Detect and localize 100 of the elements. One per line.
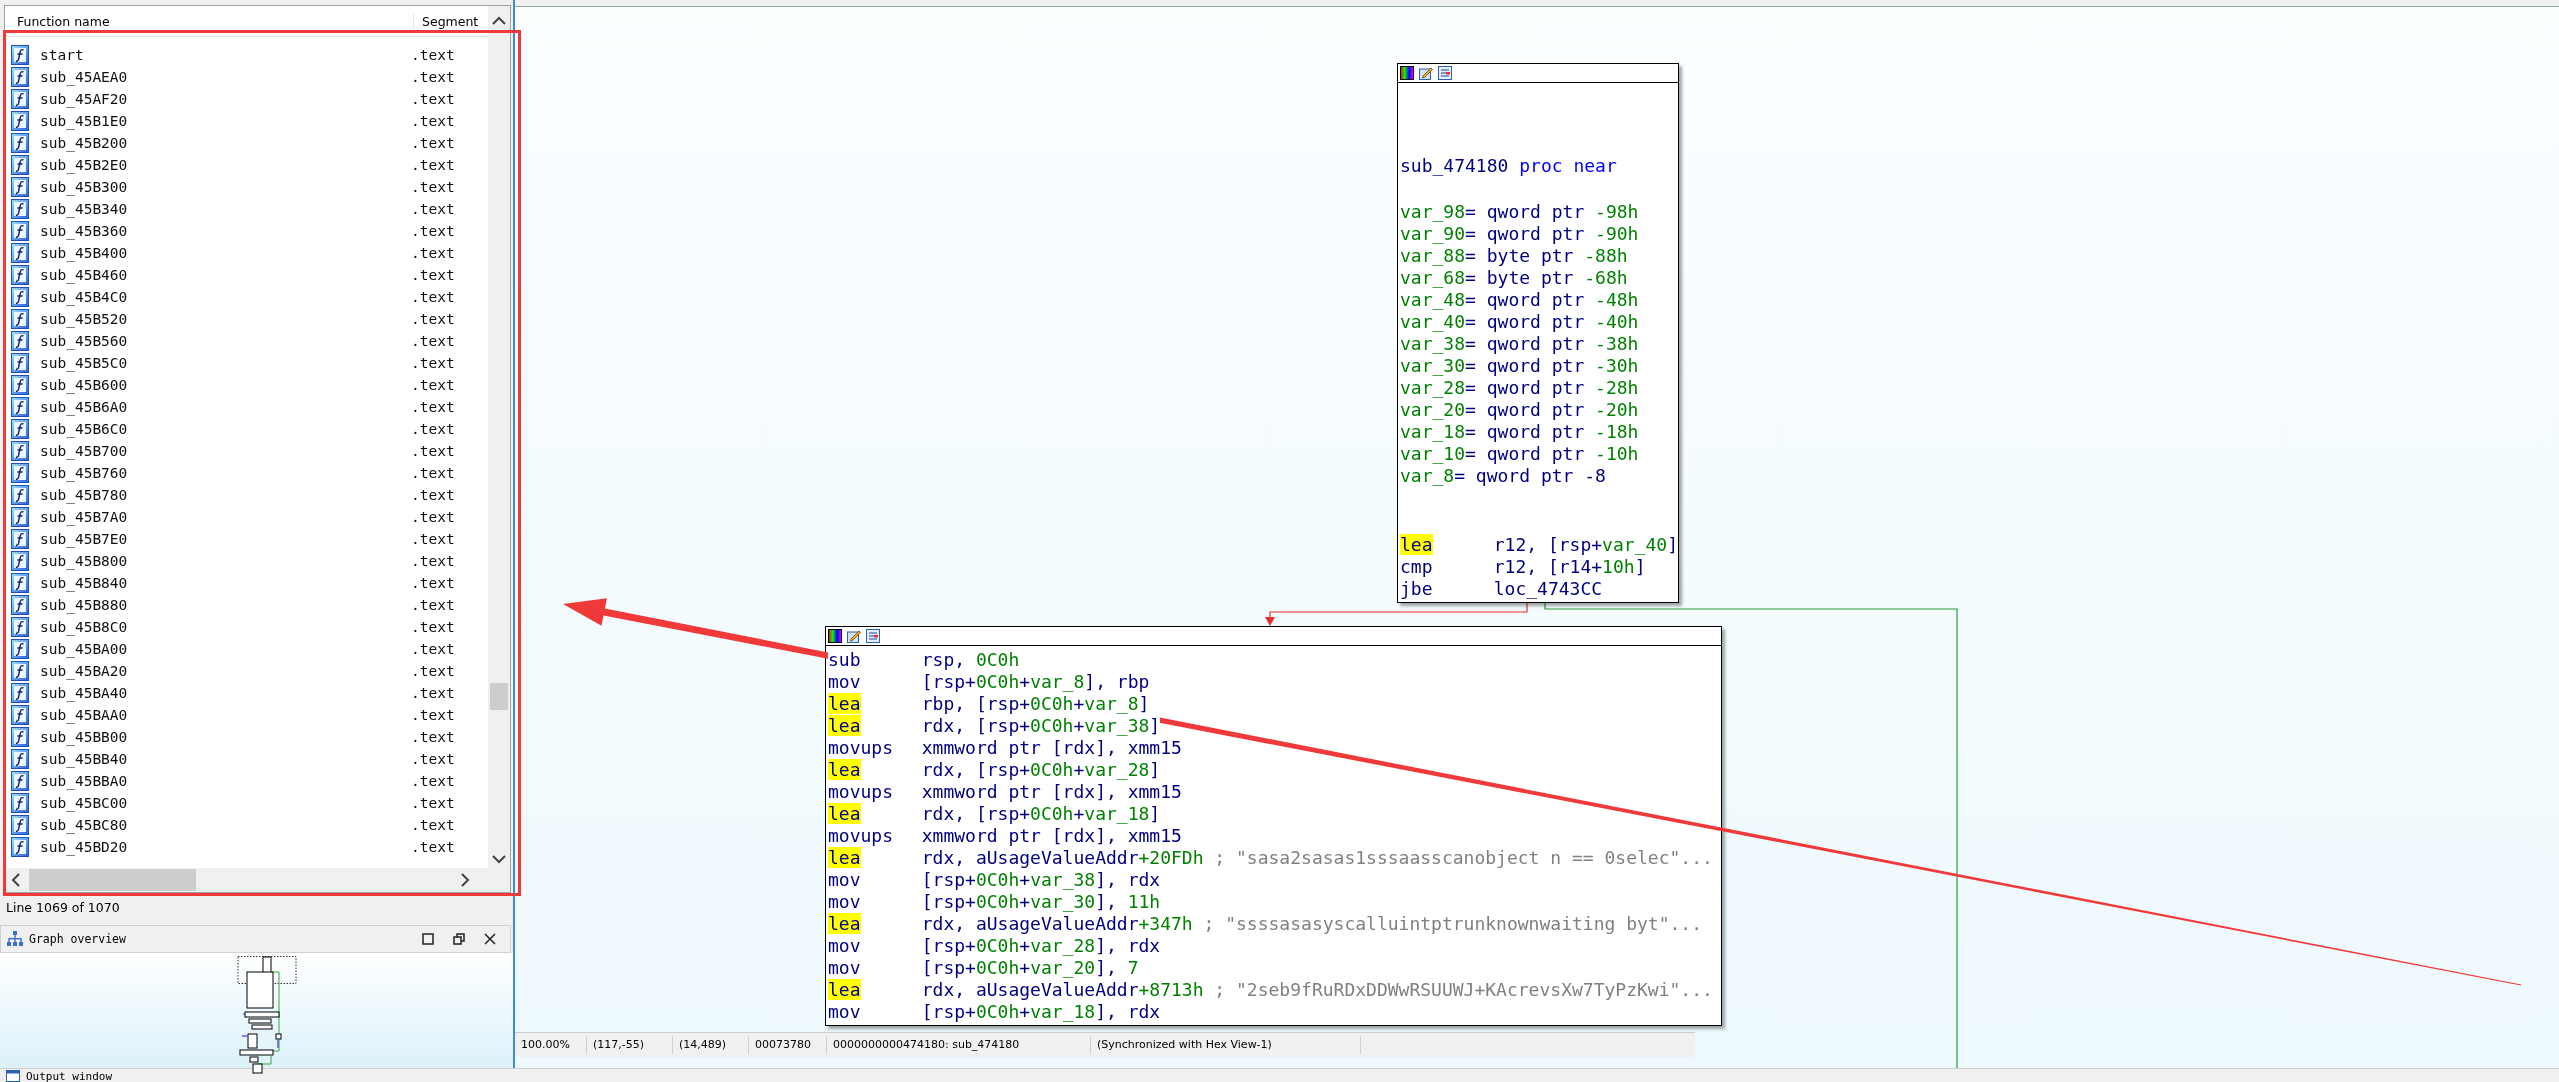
segment-cell: .text (411, 91, 455, 107)
function-name[interactable]: sub_45B2E0 (40, 157, 411, 173)
function-name[interactable]: sub_45B800 (40, 553, 411, 569)
function-name[interactable]: sub_45B780 (40, 487, 411, 503)
variable-declaration: var_98= qword ptr -98h (1400, 201, 1640, 223)
color-palette-icon[interactable] (1400, 66, 1414, 80)
function-name[interactable]: sub_45BAA0 (40, 707, 411, 723)
function-name[interactable]: sub_45B200 (40, 135, 411, 151)
segment-cell: .text (411, 135, 455, 151)
status-field: 00073780 (749, 1036, 827, 1054)
function-name[interactable]: sub_45B5C0 (40, 355, 411, 371)
function-icon (11, 815, 29, 835)
function-name[interactable]: sub_45B7A0 (40, 509, 411, 525)
function-icon (11, 837, 29, 857)
instruction-operands: xmmword ptr [rdx], xmm15 (921, 825, 1182, 847)
instruction-operands: r12, [rsp+var_40] (1493, 534, 1678, 556)
restore-icon[interactable] (453, 933, 465, 945)
maximize-icon[interactable] (422, 933, 434, 945)
instruction-mnemonic: lea (1400, 534, 1433, 555)
function-name[interactable]: sub_45BBA0 (40, 773, 411, 789)
function-name[interactable]: sub_45B400 (40, 245, 411, 261)
vertical-scrollbar[interactable] (488, 6, 510, 868)
pencil-icon[interactable] (847, 629, 861, 643)
graph-overview-drawing[interactable] (237, 956, 299, 1074)
instruction-mnemonic: movups (828, 825, 894, 846)
function-name[interactable]: sub_45B7E0 (40, 531, 411, 547)
function-icon (11, 419, 29, 439)
function-name[interactable]: sub_45BA20 (40, 663, 411, 679)
function-icon (11, 529, 29, 549)
variable-declaration: var_20= qword ptr -20h (1400, 399, 1640, 421)
function-name[interactable]: sub_45AF20 (40, 91, 411, 107)
segment-cell: .text (411, 553, 455, 569)
function-icon (11, 705, 29, 725)
pencil-icon[interactable] (1419, 66, 1433, 80)
function-name[interactable]: sub_45B880 (40, 597, 411, 613)
instruction-mnemonic: lea (828, 847, 861, 868)
scroll-right-icon[interactable] (460, 873, 470, 887)
graph-icon[interactable] (1438, 66, 1452, 80)
close-icon[interactable] (484, 933, 496, 945)
function-name[interactable]: sub_45B6A0 (40, 399, 411, 415)
segment-cell: .text (411, 795, 455, 811)
function-name[interactable]: sub_45AEA0 (40, 69, 411, 85)
function-name[interactable]: sub_45B6C0 (40, 421, 411, 437)
color-palette-icon[interactable] (828, 629, 842, 643)
function-name[interactable]: sub_45B1E0 (40, 113, 411, 129)
instruction-mnemonic: lea (828, 759, 861, 780)
horizontal-scrollbar[interactable] (5, 868, 510, 892)
function-name[interactable]: sub_45B840 (40, 575, 411, 591)
column-header[interactable]: Segment (414, 13, 479, 29)
instruction-mnemonic: lea (828, 803, 861, 824)
function-name[interactable]: sub_45BB00 (40, 729, 411, 745)
instruction-operands: loc_4743CC (1493, 578, 1603, 600)
function-icon (11, 595, 29, 615)
function-name[interactable]: sub_45BC80 (40, 817, 411, 833)
function-icon (11, 551, 29, 571)
function-name[interactable]: sub_45B520 (40, 311, 411, 327)
scroll-up-icon[interactable] (492, 16, 506, 26)
function-icon (11, 485, 29, 505)
segment-cell: .text (411, 311, 455, 327)
variable-declaration: var_88= byte ptr -88h (1400, 245, 1629, 267)
function-icon (11, 661, 29, 681)
function-name[interactable]: sub_45BA00 (40, 641, 411, 657)
segment-cell: .text (411, 421, 455, 437)
function-name[interactable]: sub_45B760 (40, 465, 411, 481)
scroll-down-icon[interactable] (492, 854, 506, 864)
function-name[interactable]: sub_45B340 (40, 201, 411, 217)
function-name[interactable]: sub_45B460 (40, 267, 411, 283)
instruction-operands: [rsp+0C0h+var_8], rbp (921, 671, 1150, 693)
function-name[interactable]: sub_45BA40 (40, 685, 411, 701)
code-block[interactable] (1397, 63, 1679, 603)
function-name[interactable]: sub_45B300 (40, 179, 411, 195)
function-name[interactable]: sub_45B8C0 (40, 619, 411, 635)
variable-declaration: var_10= qword ptr -10h (1400, 443, 1640, 465)
function-name[interactable]: sub_45BB40 (40, 751, 411, 767)
scrollbar-thumb[interactable] (490, 683, 508, 710)
scroll-left-icon[interactable] (11, 873, 21, 887)
function-name[interactable]: sub_45B560 (40, 333, 411, 349)
code-block[interactable] (825, 626, 1722, 1026)
function-name[interactable]: sub_45BD20 (40, 839, 411, 855)
segment-cell: .text (411, 597, 455, 613)
column-header[interactable]: Function name (5, 13, 414, 29)
function-icon (11, 353, 29, 373)
graph-icon[interactable] (866, 629, 880, 643)
instruction-mnemonic: lea (828, 913, 861, 934)
segment-cell: .text (411, 817, 455, 833)
function-name[interactable]: sub_45B4C0 (40, 289, 411, 305)
scrollbar-thumb[interactable] (29, 869, 196, 891)
function-name[interactable]: sub_45BC00 (40, 795, 411, 811)
segment-cell: .text (411, 839, 455, 855)
segment-cell: .text (411, 773, 455, 789)
function-header: sub_474180 proc near (1400, 155, 1618, 177)
function-icon (11, 67, 29, 87)
function-name[interactable]: sub_45B600 (40, 377, 411, 393)
function-name[interactable]: start (40, 47, 411, 63)
segment-cell: .text (411, 157, 455, 173)
function-icon (11, 155, 29, 175)
function-name[interactable]: sub_45B360 (40, 223, 411, 239)
segment-cell: .text (411, 487, 455, 503)
function-name[interactable]: sub_45B700 (40, 443, 411, 459)
segment-cell: .text (411, 509, 455, 525)
